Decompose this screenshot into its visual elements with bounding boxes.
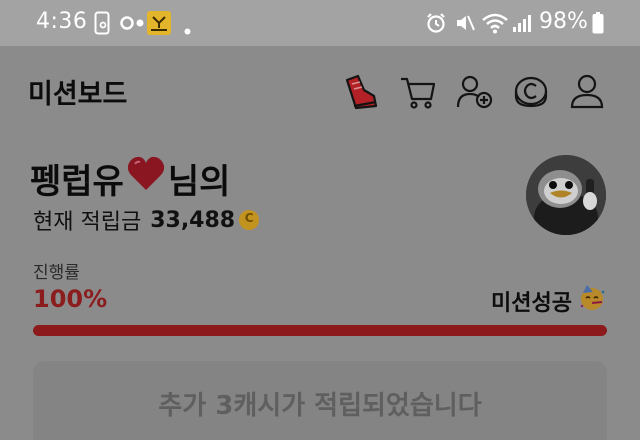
dot-icon	[184, 20, 191, 39]
wifi-icon	[481, 12, 509, 38]
profile-icon[interactable]	[567, 72, 607, 112]
balance-label: 현재 적립금	[33, 210, 142, 235]
status-time: 4:36	[36, 9, 88, 34]
reward-confirmation-button[interactable]: 추가 3캐시가 적립되었습니다	[33, 361, 607, 440]
progress-label: 진행률	[33, 263, 80, 283]
heart-icon	[126, 156, 166, 201]
shoe-icon[interactable]	[340, 72, 380, 112]
balance-amount: 33,488	[150, 207, 236, 233]
avatar[interactable]	[526, 155, 606, 235]
progress-value: 100%	[33, 285, 108, 313]
phone-key-icon	[94, 11, 110, 39]
mission-status-label: 미션성공	[491, 291, 572, 316]
status-bar: 4:36 98%	[0, 0, 640, 46]
mute-icon	[454, 12, 476, 38]
user-name: 펭럽유	[30, 162, 124, 202]
toggle-icon	[119, 15, 145, 35]
reward-button-label: 추가 3캐시가 적립되었습니다	[158, 391, 482, 421]
battery-icon	[592, 12, 604, 38]
penguin-avatar-icon	[526, 155, 606, 235]
user-name-suffix: 님의	[167, 162, 231, 202]
progress-bar-fill	[33, 325, 607, 336]
alarm-icon	[425, 12, 447, 38]
mission-status: 미션성공	[491, 284, 606, 318]
balance-row: 현재 적립금 33,488	[33, 204, 260, 236]
coin-icon[interactable]	[511, 72, 551, 112]
progress-bar	[33, 325, 607, 336]
party-face-icon	[572, 284, 606, 318]
signal-icon	[512, 13, 532, 37]
cash-coin-icon	[239, 210, 260, 230]
add-user-icon[interactable]	[455, 72, 495, 112]
page-title: 미션보드	[28, 79, 128, 110]
battery-percent: 98%	[539, 9, 588, 34]
app-badge-icon	[147, 11, 171, 39]
cart-icon[interactable]	[398, 72, 438, 112]
user-greeting: 펭럽유 님의	[30, 154, 230, 203]
